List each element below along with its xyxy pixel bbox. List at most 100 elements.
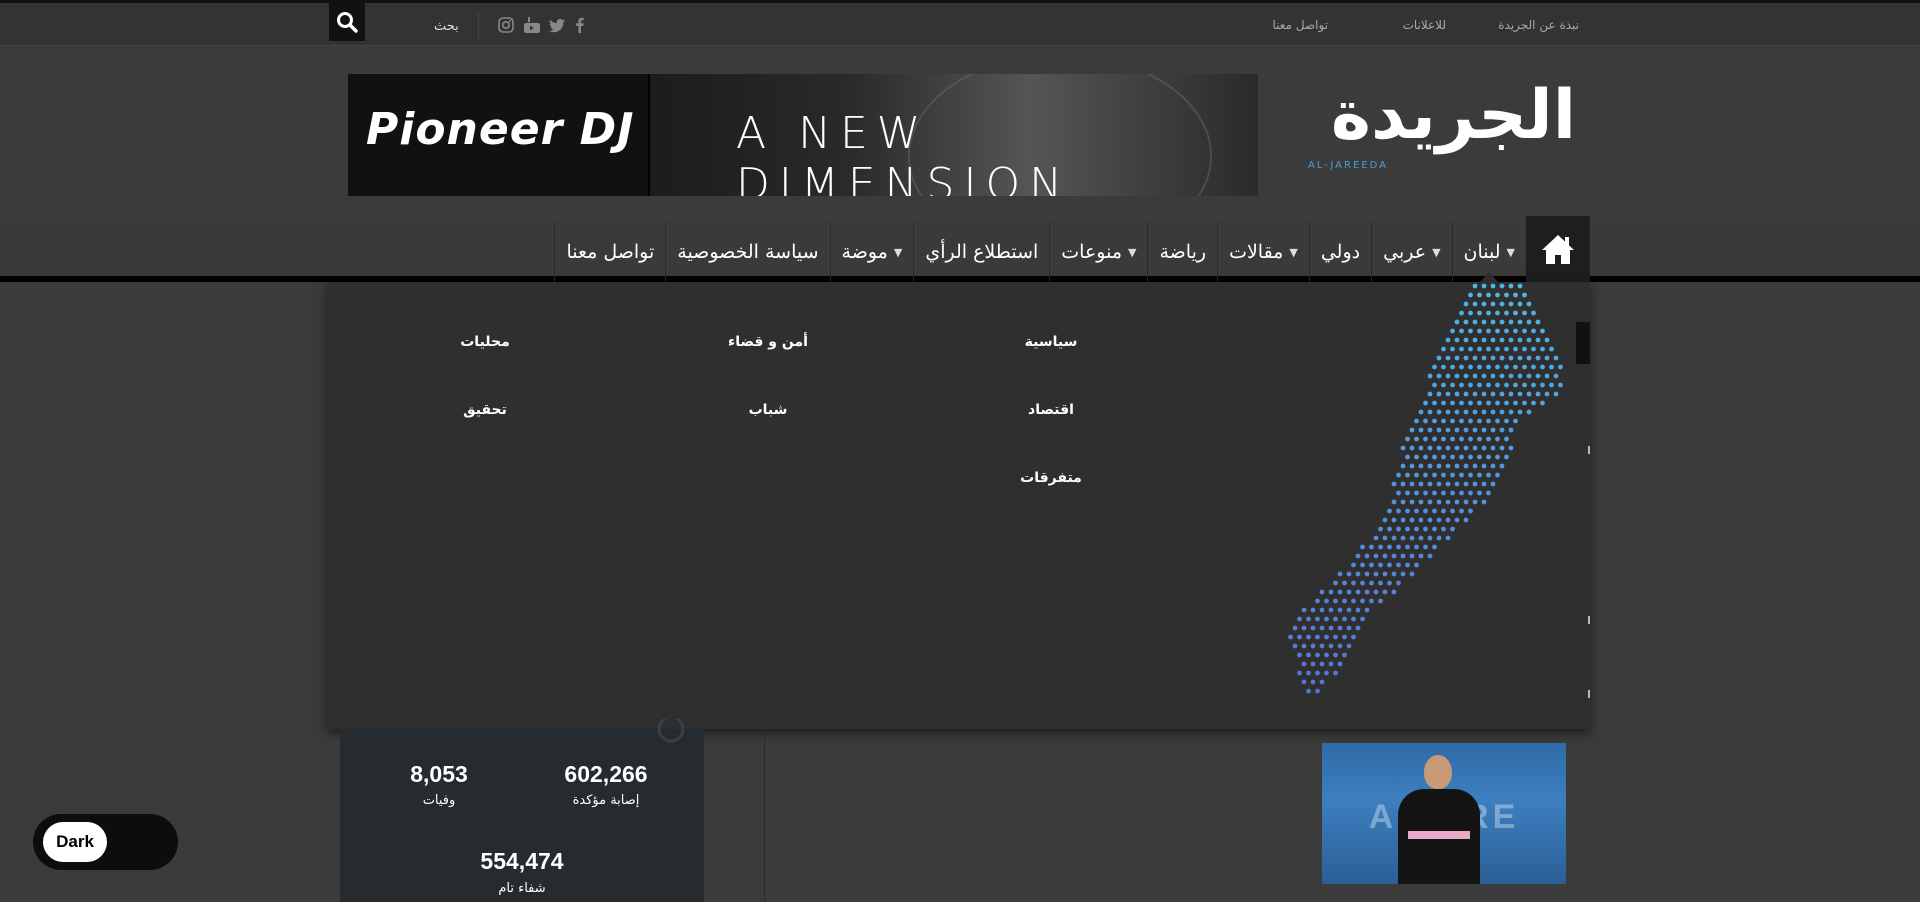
map-dot [1387,526,1392,532]
facebook-icon[interactable] [572,17,588,33]
submenu-politics[interactable]: سياسية [1025,334,1078,350]
map-dot [1481,463,1487,469]
ads-link[interactable]: للاعلانات [1403,18,1446,32]
article-thumbnail[interactable]: ASPIRE [1322,743,1566,884]
map-dot [1409,427,1415,433]
map-dot [1346,607,1352,613]
map-dot [1481,445,1487,451]
map-dot [1522,364,1527,370]
map-dot [1459,436,1464,442]
map-dot [1499,373,1505,379]
nav-item-9[interactable]: تواصل معنا [554,222,665,282]
home-button[interactable] [1526,216,1590,282]
youtube-icon[interactable] [524,17,540,33]
map-dot [1531,364,1536,370]
map-dot [1468,364,1473,370]
submenu-economy[interactable]: اقتصاد [1028,402,1074,418]
contact-link[interactable]: تواصل معنا [1273,18,1328,32]
nav-item-3[interactable]: مقالات ▼ [1217,222,1309,282]
dark-mode-toggle[interactable]: Dark [33,814,178,870]
nav-item-5[interactable]: منوعات ▼ [1049,222,1147,282]
map-dot [1445,463,1451,469]
map-dot [1499,445,1505,451]
map-dot [1405,508,1410,514]
banner-tagline: A NEW DIMENSION [736,108,1071,196]
submenu-local[interactable]: محليات [460,334,510,350]
map-dot [1333,652,1338,658]
map-dot [1490,319,1496,325]
map-dot [1535,319,1541,325]
nav-item-label: استطلاع الرأي [925,241,1039,263]
map-dot [1486,364,1491,370]
map-dot [1454,517,1460,523]
about-link[interactable]: نبذة عن الجريدة [1498,18,1579,32]
map-dot [1477,490,1482,496]
map-dot [1360,598,1365,604]
chevron-down-icon: ▼ [1506,245,1515,259]
map-dot [1400,553,1406,559]
map-dot [1427,373,1433,379]
map-dot [1319,679,1325,685]
map-dot [1423,418,1428,424]
nav-item-1[interactable]: عربي ▼ [1371,222,1451,282]
map-dot [1378,562,1383,568]
map-dot [1481,301,1487,307]
map-dot [1418,499,1424,505]
map-dot [1463,391,1469,397]
map-dot [1499,319,1505,325]
map-dot [1423,544,1428,550]
map-dot [1463,301,1469,307]
divider [478,11,479,41]
map-dot [1508,283,1514,289]
submenu-youth[interactable]: شباب [749,402,788,418]
nav-item-8[interactable]: سياسة الخصوصية [665,222,829,282]
map-dot [1342,652,1347,658]
instagram-icon[interactable] [498,17,514,33]
map-dot [1324,634,1329,640]
map-dot [1490,283,1496,289]
map-dot [1504,418,1509,424]
map-dot [1292,625,1298,631]
search-input[interactable]: بحث [434,19,459,34]
lebanon-mega-menu: سياسية أمن و قضاء محليات اقتصاد شباب تحق… [327,282,1590,729]
banner-ad[interactable]: Pioneer DJ A NEW DIMENSION [348,74,1258,196]
map-dot [1454,355,1460,361]
map-dot [1378,526,1383,532]
map-dot [1495,454,1500,460]
map-dot [1522,292,1527,298]
map-dot [1306,670,1311,676]
map-dot [1486,418,1491,424]
map-dot [1490,427,1496,433]
map-dot [1346,571,1352,577]
submenu-investigation[interactable]: تحقيق [463,402,507,418]
map-dot [1472,427,1478,433]
map-dot [1396,526,1401,532]
map-dot [1526,337,1532,343]
deaths-value: 8,053 [410,761,468,787]
submenu-miscellaneous[interactable]: متفرقات [1020,470,1082,486]
site-logo[interactable]: الجريدة AL-JAREEDA [1286,82,1576,182]
map-dot [1396,508,1401,514]
map-dot [1486,382,1491,388]
nav-item-4[interactable]: رياضة [1147,222,1217,282]
map-dot [1486,292,1491,298]
map-dot [1441,400,1446,406]
map-dot [1477,328,1482,334]
nav-item-2[interactable]: دولي [1308,222,1371,282]
map-dot [1387,508,1392,514]
map-dot [1463,463,1469,469]
map-dot [1531,310,1536,316]
map-dot [1333,634,1338,640]
submenu-security-justice[interactable]: أمن و قضاء [728,334,808,350]
search-button[interactable] [329,3,365,41]
map-dot [1369,580,1374,586]
nav-item-6[interactable]: استطلاع الرأي [913,222,1049,282]
map-dot [1333,670,1338,676]
confirmed-value: 602,266 [564,761,648,787]
map-dot [1504,454,1509,460]
twitter-icon[interactable] [549,17,565,33]
map-dot [1477,310,1482,316]
map-dot [1364,589,1370,595]
nav-item-7[interactable]: موضة ▼ [829,222,914,282]
map-dot [1468,310,1473,316]
